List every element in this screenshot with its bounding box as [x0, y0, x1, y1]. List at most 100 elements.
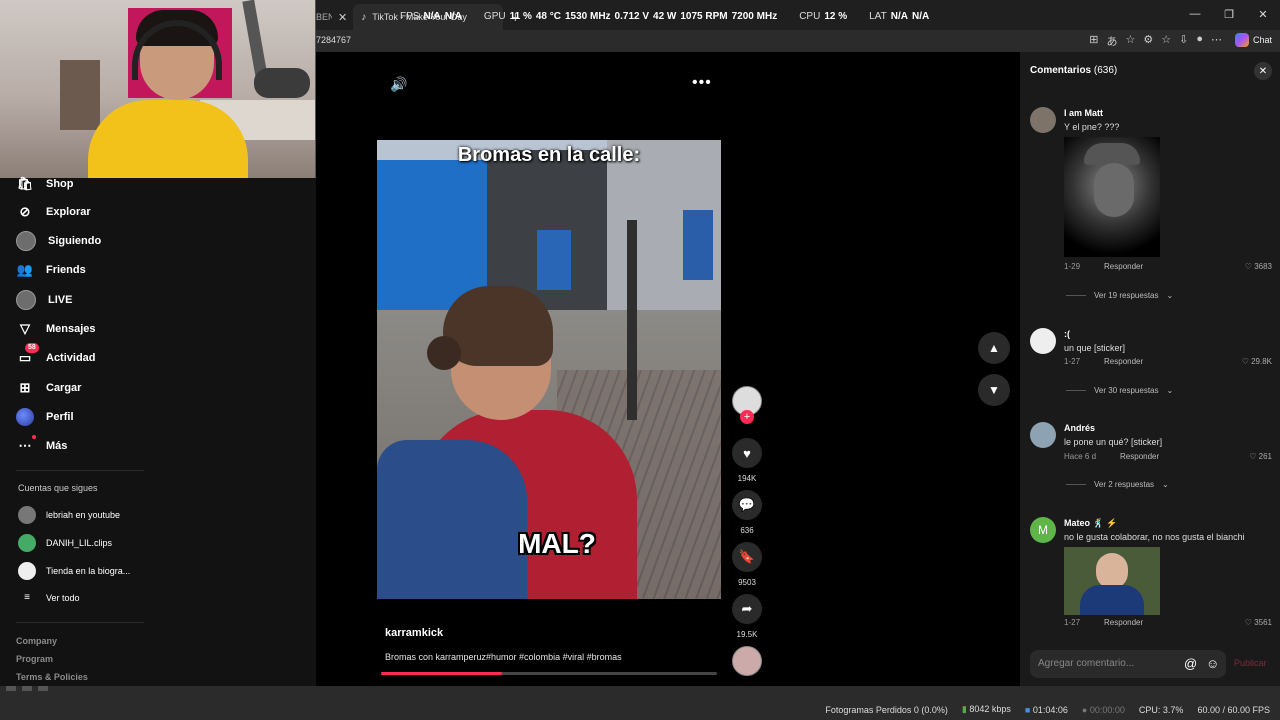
- downloads-icon[interactable]: ⇩: [1179, 33, 1188, 49]
- collections-icon[interactable]: ☆: [1161, 33, 1171, 49]
- reply-button[interactable]: Responder: [1120, 452, 1159, 461]
- stream-stats: Fotogramas Perdidos 0 (0.0%) ▮ 8042 kbps…: [825, 704, 1270, 715]
- sidebar-item-mas[interactable]: ⋯ Más: [16, 435, 67, 456]
- menu-icon[interactable]: ⋯: [1211, 33, 1222, 49]
- like-button[interactable]: ♥: [732, 438, 762, 468]
- sidebar-item-friends[interactable]: 👥 Friends: [16, 260, 86, 280]
- comment-image-boy[interactable]: [1064, 547, 1160, 615]
- follow-plus-icon[interactable]: +: [740, 410, 754, 424]
- video-author[interactable]: karramkick: [385, 627, 443, 639]
- view-replies-button[interactable]: Ver 19 respuestas ⌄: [1066, 291, 1173, 300]
- comment-count: 636: [740, 526, 754, 535]
- see-all-link[interactable]: ≡ Ver todo: [18, 592, 79, 603]
- favorite-icon[interactable]: ☆: [1126, 33, 1136, 49]
- share-count: 19.5K: [736, 630, 758, 639]
- commenter-avatar[interactable]: [1030, 107, 1056, 133]
- footer-link-program[interactable]: Program: [16, 654, 53, 664]
- share-button[interactable]: ➦: [732, 594, 762, 624]
- comment-item: I am Matt Y el pne? ??? 1-29 Responder ♡…: [1030, 107, 1274, 287]
- translate-icon[interactable]: あ: [1107, 33, 1118, 49]
- minimize-icon[interactable]: —: [1178, 0, 1212, 28]
- footer-link-terms[interactable]: Terms & Policies: [16, 672, 88, 682]
- comment-button[interactable]: 💬: [732, 490, 762, 520]
- profile-icon[interactable]: ●: [1196, 33, 1203, 49]
- commenter-avatar[interactable]: [1030, 328, 1056, 354]
- recording-time: 01:04:06: [1032, 704, 1068, 715]
- sound-avatar[interactable]: [732, 646, 762, 676]
- video-frame[interactable]: Bromas en la calle: MAL?: [377, 140, 721, 599]
- followed-account[interactable]: DANIH_LIL.clips: [18, 534, 112, 552]
- view-replies-button[interactable]: Ver 30 respuestas ⌄: [1066, 386, 1173, 395]
- commenter-avatar[interactable]: M: [1030, 517, 1056, 543]
- sidebar-item-mensajes[interactable]: ▽ Mensajes: [16, 319, 96, 339]
- chevron-up-icon: ▲: [988, 341, 1000, 355]
- taskbar-stub: [6, 686, 96, 692]
- reply-button[interactable]: Responder: [1104, 357, 1143, 366]
- sidebar-item-cargar[interactable]: ⊞ Cargar: [16, 378, 82, 398]
- comment-like[interactable]: ♡ 29.8K: [1242, 357, 1272, 366]
- previous-tab[interactable]: BEN: [316, 12, 332, 22]
- like-count: 194K: [737, 474, 757, 483]
- gpu-label: GPU: [483, 11, 506, 22]
- extensions-icon[interactable]: ⚙: [1143, 33, 1153, 49]
- comment-image-dog[interactable]: [1064, 137, 1160, 257]
- activity-badge: 58: [25, 343, 39, 353]
- fps-readout: 60.00 / 60.00 FPS: [1197, 704, 1270, 715]
- chevron-down-icon: ▼: [988, 383, 1000, 397]
- chat-label: Chat: [1252, 35, 1272, 45]
- commenter-name[interactable]: Mateo 🕺 ⚡: [1064, 518, 1117, 529]
- next-video-button[interactable]: ▼: [978, 374, 1010, 406]
- record-icon: ■: [1024, 704, 1031, 715]
- close-tab-icon[interactable]: ✕: [338, 11, 347, 24]
- lat-value: N/A: [890, 11, 908, 22]
- sidebar-item-perfil[interactable]: Perfil: [16, 407, 74, 427]
- chevron-down-icon: ⌄: [1166, 291, 1174, 300]
- view-replies-button[interactable]: Ver 2 respuestas ⌄: [1066, 480, 1169, 489]
- video-progress-bar[interactable]: [381, 672, 717, 675]
- previous-video-button[interactable]: ▲: [978, 332, 1010, 364]
- following-avatar-icon: [16, 231, 36, 251]
- close-comments-button[interactable]: ✕: [1254, 62, 1272, 80]
- obs-status-bar: Fotogramas Perdidos 0 (0.0%) ▮ 8042 kbps…: [0, 686, 1280, 720]
- window-controls: — ❐ ✕: [1178, 0, 1280, 28]
- mention-icon[interactable]: @: [1184, 656, 1197, 671]
- cpu-usage: CPU: 3.7%: [1138, 704, 1184, 715]
- heart-icon: ♡: [1244, 618, 1252, 627]
- activity-icon: ▭ 58: [16, 343, 39, 367]
- sidebar-item-siguiendo[interactable]: Siguiendo: [16, 231, 101, 251]
- more-options-icon[interactable]: •••: [692, 74, 712, 92]
- sidebar-item-live[interactable]: LIVE: [16, 290, 72, 310]
- commenter-avatar[interactable]: [1030, 422, 1056, 448]
- comment-like[interactable]: ♡ 261: [1249, 452, 1272, 461]
- volume-icon[interactable]: 🔊: [390, 76, 407, 93]
- account-avatar: [18, 562, 36, 580]
- sidebar-item-explorar[interactable]: ⊘ Explorar: [16, 202, 91, 222]
- comment-like[interactable]: ♡ 3561: [1245, 618, 1272, 627]
- followed-account[interactable]: Tienda en la biogra...: [18, 562, 130, 580]
- commenter-name[interactable]: I am Matt: [1064, 108, 1103, 118]
- app-icon[interactable]: ⊞: [1089, 33, 1098, 49]
- post-button[interactable]: Publicar: [1234, 658, 1267, 668]
- stream-time: 00:00:00: [1089, 704, 1125, 715]
- restore-icon[interactable]: ❐: [1212, 0, 1246, 28]
- gpu-load: 11 %: [509, 11, 532, 22]
- upload-icon: ⊞: [19, 380, 31, 395]
- list-icon: ≡: [24, 592, 30, 603]
- followed-account[interactable]: lebriah en youtube: [18, 506, 120, 524]
- comment-like[interactable]: ♡ 3683: [1245, 262, 1272, 271]
- sidebar-item-actividad[interactable]: ▭ 58 Actividad: [16, 343, 96, 368]
- url-field[interactable]: 7284767: [316, 35, 351, 45]
- sidebar-item-shop[interactable]: 🛍 Shop: [16, 174, 74, 194]
- reply-button[interactable]: Responder: [1104, 262, 1143, 271]
- save-button[interactable]: 🔖: [732, 542, 762, 572]
- close-window-icon[interactable]: ✕: [1246, 0, 1280, 28]
- footer-link-company[interactable]: Company: [16, 636, 57, 646]
- reply-button[interactable]: Responder: [1104, 618, 1143, 627]
- emoji-icon[interactable]: ☺: [1206, 656, 1219, 671]
- copilot-chat-button[interactable]: Chat: [1234, 33, 1272, 47]
- commenter-name[interactable]: :(: [1064, 329, 1070, 339]
- account-name: Tienda en la biogra...: [46, 566, 131, 576]
- fps-value: N/A: [423, 11, 441, 22]
- commenter-name[interactable]: Andrés: [1064, 423, 1095, 433]
- compass-icon: ⊘: [19, 204, 31, 219]
